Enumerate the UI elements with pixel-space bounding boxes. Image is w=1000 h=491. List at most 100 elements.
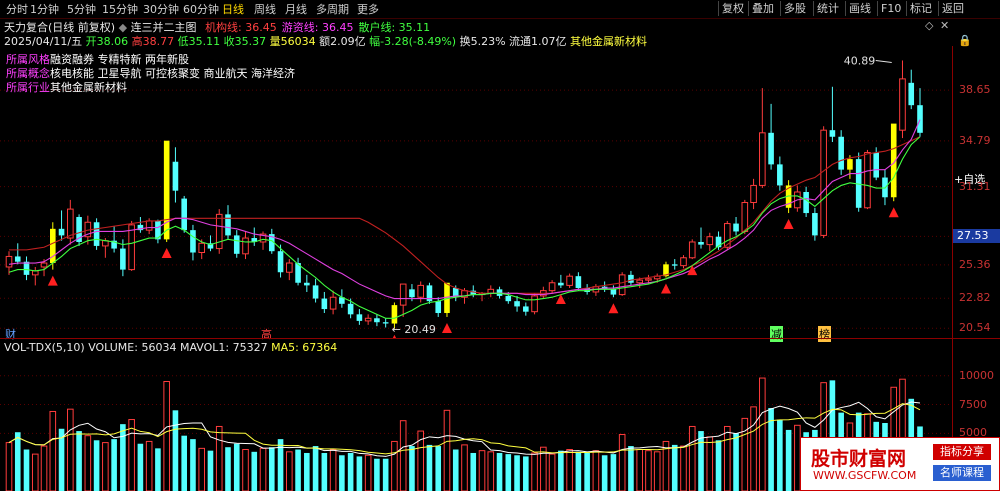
toolbar-button-4[interactable]: 画线: [845, 1, 874, 16]
volume-bar: [688, 425, 696, 491]
candle: [312, 285, 319, 299]
candle: [899, 78, 906, 131]
volume-bar: [93, 440, 100, 491]
period-tab-1[interactable]: 1分钟: [30, 1, 59, 17]
toolbar-button-1[interactable]: 叠加: [748, 1, 777, 16]
volume-bar: [295, 449, 301, 491]
candle: [172, 161, 179, 191]
period-tab-2[interactable]: 5分钟: [67, 1, 96, 17]
candle: [58, 228, 65, 236]
volume-tick-1: 7500: [959, 397, 987, 411]
volume-bar: [23, 449, 30, 491]
toolbar-button-5[interactable]: F10: [877, 1, 904, 16]
candle: [838, 136, 844, 170]
current-price-label: 27.53: [953, 229, 1000, 244]
candle: [873, 152, 880, 178]
volume-bar: [364, 454, 372, 491]
volume-bar: [207, 450, 214, 491]
volume-bar: [102, 442, 109, 491]
mavol1-value: MAVOL1: 75327: [179, 341, 268, 354]
volume-bar: [610, 454, 617, 491]
volume-bar: [391, 440, 398, 491]
watermark-url: WWW.GSCFW.COM: [813, 469, 917, 482]
volume-bar: [750, 406, 757, 491]
period-tab-10[interactable]: 更多: [357, 1, 379, 17]
buy-signal-arrow: [441, 322, 452, 333]
candle: [750, 184, 757, 204]
candle: [496, 289, 503, 296]
volume-bar: [399, 420, 407, 491]
candle: [347, 303, 354, 315]
candle: [671, 264, 678, 266]
volume-bar: [14, 432, 21, 491]
candle: [409, 289, 415, 298]
period-tab-3[interactable]: 15分钟: [102, 1, 138, 17]
volume-bar: [40, 445, 48, 491]
candle: [741, 202, 749, 232]
volume-bar: [251, 451, 258, 491]
period-tab-6[interactable]: 日线: [222, 1, 244, 17]
watermark-badge-2: 名师课程: [933, 465, 991, 481]
period-tab-5[interactable]: 60分钟: [183, 1, 219, 17]
volume-bar: [785, 429, 792, 491]
volume-indicator-name[interactable]: VOL-TDX(5,10): [4, 341, 85, 354]
volume-bar: [137, 443, 144, 491]
candle: [399, 283, 407, 306]
period-tab-0[interactable]: 分时: [6, 1, 28, 17]
price-tick-2: 31.31: [959, 179, 991, 193]
volume-bar: [777, 419, 783, 491]
candle: [680, 257, 687, 267]
candle: [636, 279, 643, 284]
candle: [242, 237, 249, 255]
candle: [128, 224, 135, 271]
volume-bar: [470, 452, 477, 491]
toolbar-button-6[interactable]: 标记: [906, 1, 935, 16]
candle: [181, 198, 187, 231]
volume-bar: [347, 452, 354, 491]
event-marker-0[interactable]: 财: [4, 326, 17, 342]
volume-bar: [671, 444, 678, 491]
volume-bar: [548, 453, 556, 491]
high-annotation: 40.89: [844, 54, 876, 67]
toolbar-button-3[interactable]: 统计: [813, 1, 842, 16]
volume-bar: [339, 455, 345, 491]
volume-bar: [321, 452, 328, 491]
volume-bar: [286, 451, 293, 491]
volume-bar: [531, 452, 538, 491]
volume-bar: [496, 452, 503, 491]
candle: [329, 296, 337, 310]
volume-bar: [592, 450, 600, 491]
volume-bar: [426, 444, 433, 491]
candle: [847, 159, 853, 170]
price-chart[interactable]: 40.89 ← 20.49: [0, 46, 952, 338]
period-tab-9[interactable]: 多周期: [316, 1, 349, 17]
volume-bar: [461, 444, 468, 491]
volume-bar: [558, 450, 564, 491]
volume-bar: [575, 451, 582, 491]
candle: [277, 251, 284, 273]
period-tab-8[interactable]: 月线: [285, 1, 307, 17]
volume-bar: [514, 455, 520, 491]
volume-bar: [198, 447, 206, 491]
event-marker-1[interactable]: 高: [260, 326, 273, 342]
candle: [628, 274, 634, 283]
candle: [706, 236, 714, 246]
period-tab-7[interactable]: 周线: [254, 1, 276, 17]
close-panel-icon[interactable]: ✕: [940, 19, 949, 32]
volume-bar: [698, 431, 704, 491]
settings-icon[interactable]: ◇: [925, 19, 933, 32]
period-tab-4[interactable]: 30分钟: [143, 1, 179, 17]
event-marker-2[interactable]: 减: [770, 326, 783, 342]
panel-divider: [0, 338, 1000, 339]
candle: [215, 213, 223, 250]
volume-bar: [523, 456, 529, 491]
toolbar-button-2[interactable]: 多股: [780, 1, 809, 16]
volume-bar: [653, 451, 661, 491]
candle: [40, 262, 48, 268]
candle: [829, 130, 836, 137]
toolbar-button-7[interactable]: 返回: [938, 1, 967, 16]
event-marker-3[interactable]: 榜: [818, 326, 831, 342]
candle: [558, 282, 564, 286]
volume-bar: [601, 455, 608, 491]
toolbar-button-0[interactable]: 复权: [718, 1, 747, 16]
